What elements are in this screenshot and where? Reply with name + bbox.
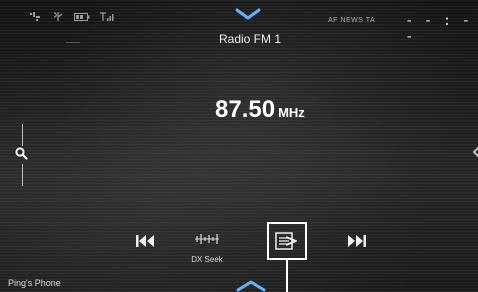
skip-back-icon[interactable] <box>135 234 157 248</box>
dx-seek-button[interactable]: DX Seek <box>191 228 223 268</box>
side-divider-top <box>22 124 23 146</box>
dx-seek-label: DX Seek <box>191 255 223 264</box>
callout-line <box>286 260 288 292</box>
clock: - - : - - <box>405 13 472 45</box>
side-divider-bottom <box>22 164 23 186</box>
frequency-display: 87.50 MHz <box>215 96 305 124</box>
frequency-unit: MHz <box>278 105 305 120</box>
dx-seek-icon <box>195 234 219 244</box>
search-icon[interactable] <box>12 144 32 164</box>
callout-box <box>267 222 307 260</box>
phone-signal-icon <box>30 12 42 22</box>
frequency-value: 87.50 <box>215 96 276 123</box>
bluetooth-audio-icon <box>52 12 64 22</box>
chevron-up-icon[interactable] <box>234 278 268 292</box>
signal-strength-icon <box>100 12 114 22</box>
rds-indicators: AF NEWS TA <box>328 17 376 24</box>
radio-screen: Radio FM 1 AF NEWS TA - - : - - 87.50 MHz… <box>0 0 478 292</box>
status-icons <box>30 12 114 22</box>
connected-phone-name: Ping's Phone <box>8 278 61 288</box>
chevron-left-icon[interactable] <box>472 146 478 158</box>
skip-forward-icon[interactable] <box>345 234 367 248</box>
battery-icon <box>74 12 90 22</box>
chevron-down-icon[interactable] <box>233 8 263 22</box>
